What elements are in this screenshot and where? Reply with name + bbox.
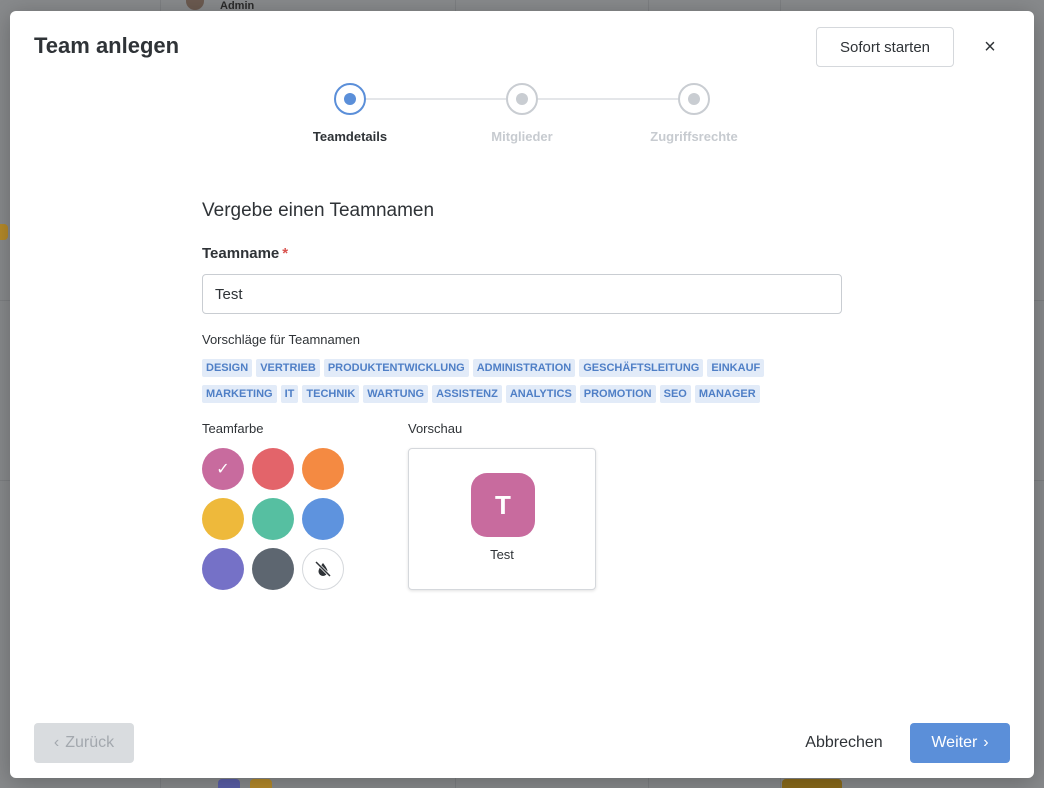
suggestions-label: Vorschläge für Teamnamen [202,332,361,347]
team-preview-name: Test [490,547,514,562]
background-chip [218,779,240,788]
suggestion-tag[interactable]: PRODUKTENTWICKLUNG [323,359,469,377]
step-label-mitglieder: Mitglieder [491,129,553,144]
step-label-teamdetails: Teamdetails [312,129,388,144]
chevron-right-icon: › [983,734,989,751]
suggestion-tag[interactable]: DESIGN [202,359,253,377]
color-swatch-none[interactable] [302,548,344,590]
suggestion-tag[interactable]: VERTRIEB [256,359,320,377]
color-swatch-purple[interactable] [202,548,244,590]
suggestion-row: DESIGN VERTRIEB PRODUKTENTWICKLUNG ADMINIST… [202,359,822,377]
suggestion-tag[interactable]: IT [280,385,299,403]
create-team-dialog: Team anlegen Sofort starten × Teamdetail… [10,11,1034,778]
suggestion-tag[interactable]: ADMINISTRATION [472,359,576,377]
dialog-title: Team anlegen [34,33,180,58]
next-button-label: Weiter [931,734,978,751]
team-name-label: Teamname * [202,245,288,262]
color-swatch-orange[interactable] [302,448,344,490]
no-color-icon [314,560,332,578]
cancel-button[interactable]: Abbrechen [794,723,894,763]
team-name-input[interactable] [202,274,842,314]
suggestion-tag[interactable]: MANAGER [694,385,760,403]
color-swatch-red[interactable] [252,448,294,490]
suggestion-tag[interactable]: SEO [659,385,691,403]
suggestion-tag[interactable]: EINKAUF [707,359,765,377]
step-indicator-teamdetails [334,83,366,115]
next-button[interactable]: Weiter › [910,723,1010,763]
preview-label: Vorschau [408,421,463,436]
suggestion-tag[interactable]: WARTUNG [363,385,429,403]
color-swatch-green[interactable] [252,498,294,540]
team-color-label: Teamfarbe [202,421,264,436]
suggestion-tag[interactable]: PROMOTION [579,385,656,403]
color-swatch-blue[interactable] [302,498,344,540]
team-name-label-text: Teamname [202,245,280,262]
color-swatch-pink[interactable]: ✓ [202,448,244,490]
suggestion-tag[interactable]: ASSISTENZ [432,385,502,403]
suggestion-tags: DESIGN VERTRIEB PRODUKTENTWICKLUNG ADMINIST… [202,359,822,411]
suggestion-tag[interactable]: ANALYTICS [505,385,576,403]
check-icon: ✓ [216,461,230,478]
back-button[interactable]: ‹ Zurück [34,723,134,763]
background-chip [782,779,842,788]
background-chip [0,224,8,240]
required-marker: * [282,245,289,262]
stepper-connector [366,98,506,100]
background-chip [250,779,272,788]
suggestion-tag[interactable]: MARKETING [202,385,277,403]
suggestion-row: MARKETING IT TECHNIK WARTUNG ASSISTENZ ANALYT… [202,385,822,403]
start-now-button[interactable]: Sofort starten [816,27,954,67]
color-swatch-slate[interactable] [252,548,294,590]
stepper-connector [538,98,678,100]
section-title: Vergebe einen Teamnamen [202,200,435,221]
suggestion-tag[interactable]: GESCHÄFTSLEITUNG [579,359,704,377]
step-indicator-zugriffsrechte [678,83,710,115]
team-preview-card: T Test [408,448,596,590]
close-icon[interactable]: × [978,35,1002,59]
chevron-left-icon: ‹ [53,734,60,751]
back-button-label: Zurück [65,734,115,751]
suggestion-tag[interactable]: TECHNIK [302,385,360,403]
step-label-zugriffsrechte: Zugriffsrechte [650,129,738,144]
color-swatch-yellow[interactable] [202,498,244,540]
background-avatar [186,0,204,10]
step-indicator-mitglieder [506,83,538,115]
team-avatar: T [471,473,535,537]
